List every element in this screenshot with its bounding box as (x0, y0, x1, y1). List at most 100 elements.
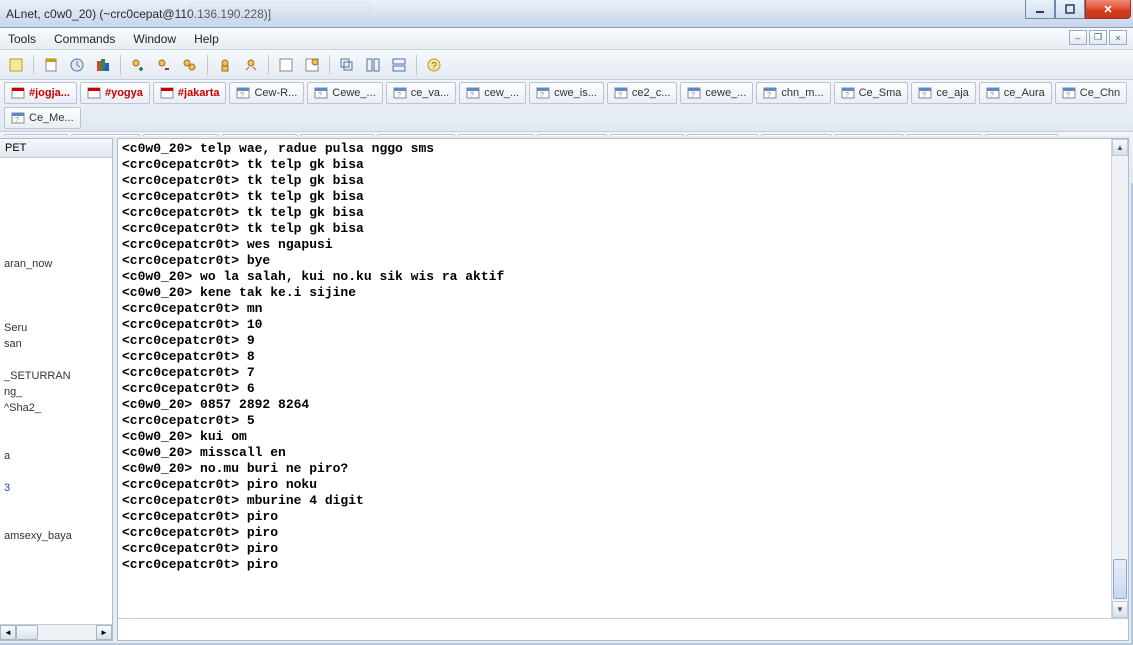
mdi-minimize[interactable]: – (1069, 30, 1087, 45)
minimize-button[interactable] (1025, 0, 1055, 19)
toolbar-button-2[interactable] (39, 53, 63, 77)
chat-line: <c0w0_20> wo la salah, kui no.ku sik wis… (122, 269, 1124, 285)
nicklist-item[interactable] (0, 240, 112, 256)
switchbar-tab[interactable]: ?cewe_... (680, 82, 753, 104)
nicklist-item[interactable]: ng_ (0, 384, 112, 400)
switchbar-tab[interactable]: #jakarta (153, 82, 227, 104)
close-button[interactable] (1085, 0, 1131, 19)
svg-text:?: ? (397, 92, 401, 99)
nicklist-item[interactable] (0, 432, 112, 448)
nicklist-item[interactable] (0, 464, 112, 480)
nicklist-item[interactable] (0, 272, 112, 288)
nicklist-item[interactable]: aran_now (0, 256, 112, 272)
scroll-up-arrow[interactable]: ▲ (1112, 139, 1128, 156)
nicklist-item[interactable]: amsexy_baya (0, 528, 112, 544)
svg-text:?: ? (990, 92, 994, 99)
switchbar-row-1: #jogja...#yogya#jakarta?Cew-R...?Cewe_..… (0, 80, 1133, 132)
scroll-thumb[interactable] (1113, 559, 1127, 599)
chat-log[interactable]: <c0w0_20> telp wae, radue pulsa nggo sms… (118, 139, 1128, 618)
toolbar-separator (207, 55, 208, 75)
nicklist-header: PET (0, 139, 112, 158)
scroll-down-arrow[interactable]: ▼ (1112, 601, 1128, 618)
chat-input[interactable] (118, 619, 1128, 640)
switchbar-tab[interactable]: ?ce_aja (911, 82, 975, 104)
nicklist-item[interactable] (0, 304, 112, 320)
scroll-track[interactable] (1112, 156, 1128, 601)
chat-line: <crc0cepatcr0t> 9 (122, 333, 1124, 349)
switchbar-tab[interactable]: ?Ce_Chn (1055, 82, 1127, 104)
nicklist-item[interactable]: _SETURRAN (0, 368, 112, 384)
nicklist-panel: PET aran_now Serusan _SETURRANng_^Sha2_ … (0, 138, 113, 641)
switchbar-tab[interactable]: ?Ce_Me... (4, 107, 81, 129)
switchbar-tab[interactable]: ?ce_Aura (979, 82, 1052, 104)
switchbar-tab[interactable]: ?cwe_is... (529, 82, 604, 104)
nicklist-item[interactable] (0, 160, 112, 176)
switchbar-tab[interactable]: ?Cewe_... (307, 82, 382, 104)
menu-commands[interactable]: Commands (54, 32, 115, 46)
nicklist-item[interactable]: a (0, 448, 112, 464)
switchbar-tab[interactable]: ?ce2_c... (607, 82, 678, 104)
chat-line: <crc0cepatcr0t> tk telp gk bisa (122, 205, 1124, 221)
scroll-track[interactable] (16, 625, 96, 640)
toolbar-tile-h[interactable] (361, 53, 385, 77)
toolbar-cascade[interactable] (335, 53, 359, 77)
toolbar-separator (268, 55, 269, 75)
toolbar-button-3[interactable] (65, 53, 89, 77)
nicklist-item[interactable] (0, 496, 112, 512)
nicklist-item[interactable] (0, 512, 112, 528)
svg-text:?: ? (691, 92, 695, 99)
toolbar-button-11[interactable] (300, 53, 324, 77)
toolbar-button-8[interactable] (213, 53, 237, 77)
switchbar-tab[interactable]: #yogya (80, 82, 150, 104)
scroll-left-arrow[interactable]: ◄ (0, 625, 16, 640)
mdi-restore[interactable]: ❐ (1089, 30, 1107, 45)
switchbar-tab[interactable]: ?ce_va... (386, 82, 457, 104)
menu-window[interactable]: Window (133, 32, 176, 46)
nicklist-item[interactable]: 3 (0, 480, 112, 496)
svg-text:?: ? (767, 92, 771, 99)
toolbar-button-10[interactable] (274, 53, 298, 77)
nicklist-item[interactable] (0, 208, 112, 224)
toolbar-button-5[interactable] (126, 53, 150, 77)
switchbar-tab[interactable]: ?cew_... (459, 82, 526, 104)
nicklist-item[interactable]: Seru (0, 320, 112, 336)
chat-line: <crc0cepatcr0t> tk telp gk bisa (122, 157, 1124, 173)
nicklist-item[interactable] (0, 352, 112, 368)
maximize-button[interactable] (1055, 0, 1085, 19)
chat-vscroll[interactable]: ▲ ▼ (1111, 139, 1128, 618)
nicklist-item[interactable]: san (0, 336, 112, 352)
toolbar-button-7[interactable] (178, 53, 202, 77)
nicklist-item[interactable] (0, 176, 112, 192)
main-area: PET aran_now Serusan _SETURRANng_^Sha2_ … (0, 136, 1131, 643)
chat-line: <c0w0_20> telp wae, radue pulsa nggo sms (122, 141, 1124, 157)
nicklist-item[interactable]: ^Sha2_ (0, 400, 112, 416)
nicklist-item[interactable] (0, 416, 112, 432)
menu-tools[interactable]: Tools (8, 32, 36, 46)
nicklist-item[interactable] (0, 192, 112, 208)
scroll-thumb[interactable] (16, 625, 38, 640)
toolbar-tile-v[interactable] (387, 53, 411, 77)
scroll-right-arrow[interactable]: ► (96, 625, 112, 640)
switchbar-tab[interactable]: ?chn_m... (756, 82, 830, 104)
nicklist-hscroll[interactable]: ◄ ► (0, 624, 112, 640)
menu-help[interactable]: Help (194, 32, 219, 46)
nicklist-item[interactable] (0, 288, 112, 304)
switchbar-tab[interactable]: ?Ce_Sma (834, 82, 909, 104)
chat-line: <crc0cepatcr0t> piro noku (122, 477, 1124, 493)
mdi-close[interactable]: × (1109, 30, 1127, 45)
switchbar-tab[interactable]: #jogja... (4, 82, 77, 104)
nicklist-item[interactable] (0, 224, 112, 240)
switchbar-tab[interactable]: ?Cew-R... (229, 82, 304, 104)
toolbar-button-4[interactable] (91, 53, 115, 77)
toolbar-button-1[interactable] (4, 53, 28, 77)
toolbar-button-6[interactable] (152, 53, 176, 77)
chat-line: <crc0cepatcr0t> 7 (122, 365, 1124, 381)
toolbar-separator (416, 55, 417, 75)
chat-line: <c0w0_20> no.mu buri ne piro? (122, 461, 1124, 477)
toolbar-separator (33, 55, 34, 75)
svg-text:?: ? (1066, 92, 1070, 99)
toolbar-separator (120, 55, 121, 75)
toolbar-button-9[interactable] (239, 53, 263, 77)
nicklist[interactable]: aran_now Serusan _SETURRANng_^Sha2_ a 3 … (0, 158, 112, 624)
toolbar-about[interactable]: ? (422, 53, 446, 77)
